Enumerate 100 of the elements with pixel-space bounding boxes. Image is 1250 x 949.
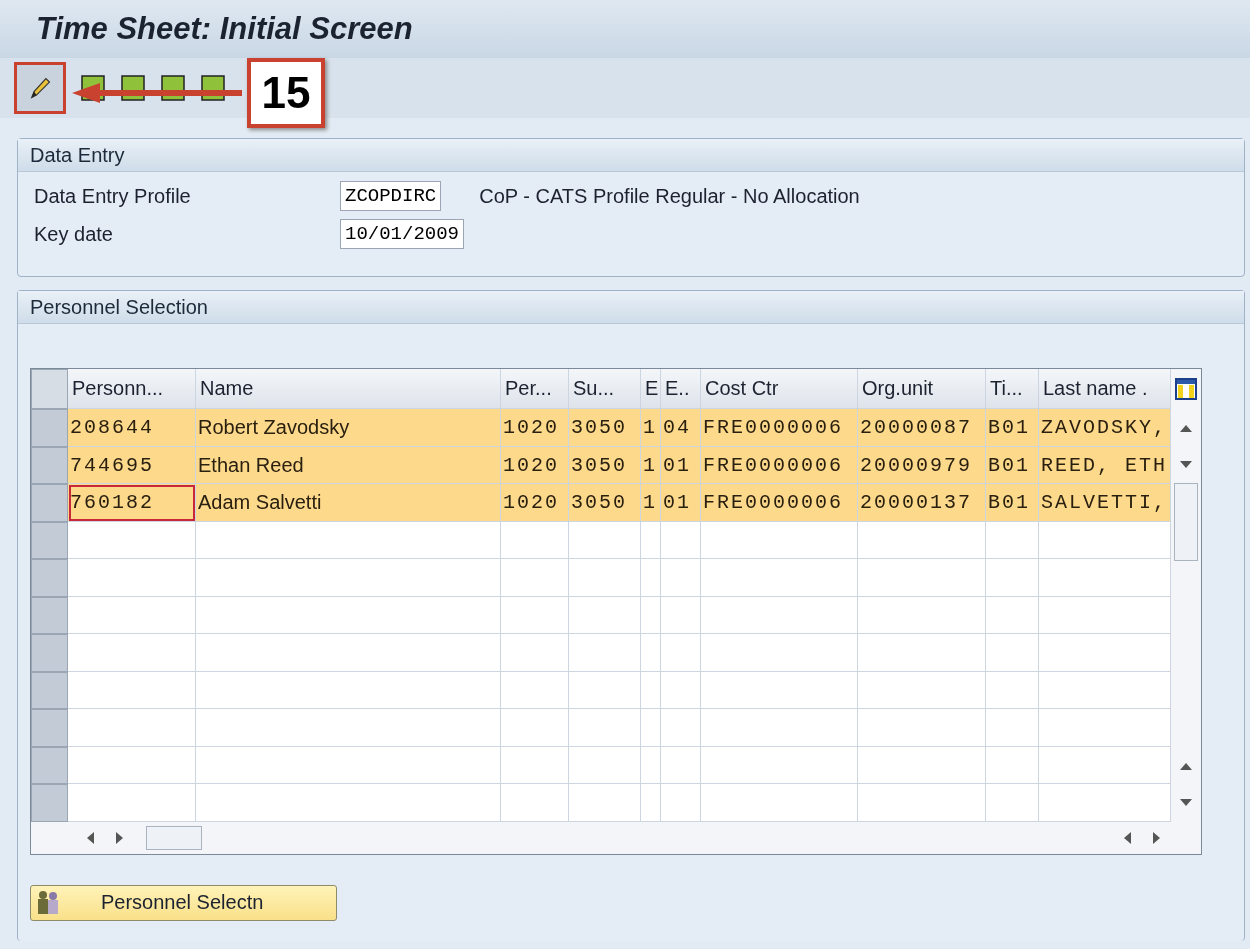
table-cell[interactable] [641,784,661,822]
table-cell[interactable] [701,746,858,784]
scroll-down-icon[interactable] [1180,799,1192,807]
table-cell[interactable] [701,596,858,634]
table-cell[interactable] [986,521,1039,559]
table-cell[interactable] [501,784,569,822]
table-cell[interactable]: B01 [986,409,1039,447]
table-cell[interactable] [196,709,501,747]
table-cell[interactable] [986,746,1039,784]
table-cell[interactable] [858,709,986,747]
table-cell[interactable] [661,709,701,747]
table-cell[interactable]: 20000087 [858,409,986,447]
table-cell[interactable]: 3050 [569,484,641,522]
table-cell[interactable]: SALVETTI, [1039,484,1171,522]
table-cell[interactable] [986,671,1039,709]
table-cell[interactable]: 01 [661,446,701,484]
table-cell[interactable]: FRE0000006 [701,446,858,484]
table-cell[interactable] [501,559,569,597]
table-cell[interactable] [196,634,501,672]
table-cell[interactable]: 04 [661,409,701,447]
table-cell[interactable] [701,521,858,559]
table-cell[interactable]: 01 [661,484,701,522]
table-cell[interactable]: 1020 [501,446,569,484]
table-cell[interactable] [501,634,569,672]
table-cell[interactable] [68,634,196,672]
table-cell[interactable] [641,634,661,672]
table-cell[interactable] [661,596,701,634]
table-cell[interactable] [68,559,196,597]
table-cell[interactable] [569,709,641,747]
table-cell[interactable] [858,521,986,559]
table-cell[interactable] [661,746,701,784]
table-cell[interactable] [68,746,196,784]
table-cell[interactable] [569,559,641,597]
table-cell[interactable] [986,559,1039,597]
table-cell[interactable] [986,634,1039,672]
table-cell[interactable] [501,671,569,709]
scroll-left-icon[interactable] [1123,831,1131,844]
table-cell[interactable] [196,746,501,784]
table-cell[interactable] [858,596,986,634]
table-cell[interactable] [641,709,661,747]
table-cell[interactable] [858,559,986,597]
table-cell[interactable] [701,784,858,822]
row-selector[interactable] [31,596,68,634]
table-cell[interactable] [986,596,1039,634]
table-cell[interactable]: 1020 [501,409,569,447]
table-cell[interactable]: ZAVODSKY, [1039,409,1171,447]
table-cell[interactable]: B01 [986,484,1039,522]
table-cell[interactable]: Ethan Reed [196,446,501,484]
table-cell[interactable] [501,709,569,747]
table-cell[interactable]: 20000137 [858,484,986,522]
column-settings-icon[interactable] [1175,378,1197,400]
table-cell[interactable] [641,559,661,597]
vertical-scrollbar[interactable] [1171,369,1201,822]
table-cell[interactable]: FRE0000006 [701,409,858,447]
table-cell[interactable] [858,671,986,709]
table-cell[interactable]: 1020 [501,484,569,522]
table-cell[interactable]: B01 [986,446,1039,484]
table-cell[interactable] [196,521,501,559]
row-selector[interactable] [31,746,68,784]
row-selector[interactable] [31,446,68,484]
table-cell[interactable] [569,671,641,709]
table-cell[interactable]: Adam Salvetti [196,484,501,522]
table-cell[interactable]: Robert Zavodsky [196,409,501,447]
scroll-up-icon[interactable] [1180,423,1192,432]
table-cell[interactable] [196,559,501,597]
table-cell[interactable] [196,671,501,709]
input-field[interactable]: 10/01/2009 [340,219,465,249]
table-cell[interactable] [68,596,196,634]
scroll-right-icon[interactable] [116,831,124,844]
table-cell[interactable]: 1 [641,409,661,447]
table-cell[interactable] [858,634,986,672]
table-cell[interactable] [196,784,501,822]
table-cell[interactable] [701,559,858,597]
table-cell[interactable] [501,521,569,559]
table-cell[interactable] [986,784,1039,822]
scroll-left-icon[interactable] [86,831,94,844]
table-cell[interactable]: 20000979 [858,446,986,484]
scroll-up-icon[interactable] [1180,762,1192,770]
table-cell[interactable] [641,671,661,709]
table-cell[interactable]: 1 [641,446,661,484]
table-cell[interactable] [569,521,641,559]
table-cell[interactable] [569,746,641,784]
table-cell[interactable]: 744695 [68,446,196,484]
horizontal-scrollbar[interactable] [31,821,1201,854]
table-cell[interactable]: 208644 [68,409,196,447]
table-cell[interactable]: REED, ETH [1039,446,1171,484]
scroll-right-icon[interactable] [1153,831,1161,844]
table-cell[interactable] [196,596,501,634]
row-selector[interactable] [31,709,68,747]
table-cell[interactable] [701,671,858,709]
table-cell[interactable] [661,559,701,597]
edit-button[interactable] [14,62,66,114]
row-selector[interactable] [31,484,68,522]
table-cell[interactable] [501,746,569,784]
scroll-down-icon[interactable] [1180,460,1192,469]
table-cell[interactable] [701,709,858,747]
input-field[interactable]: ZCOPDIRC [340,181,442,211]
row-selector[interactable] [31,559,68,597]
table-cell[interactable] [701,634,858,672]
table-cell[interactable] [501,596,569,634]
